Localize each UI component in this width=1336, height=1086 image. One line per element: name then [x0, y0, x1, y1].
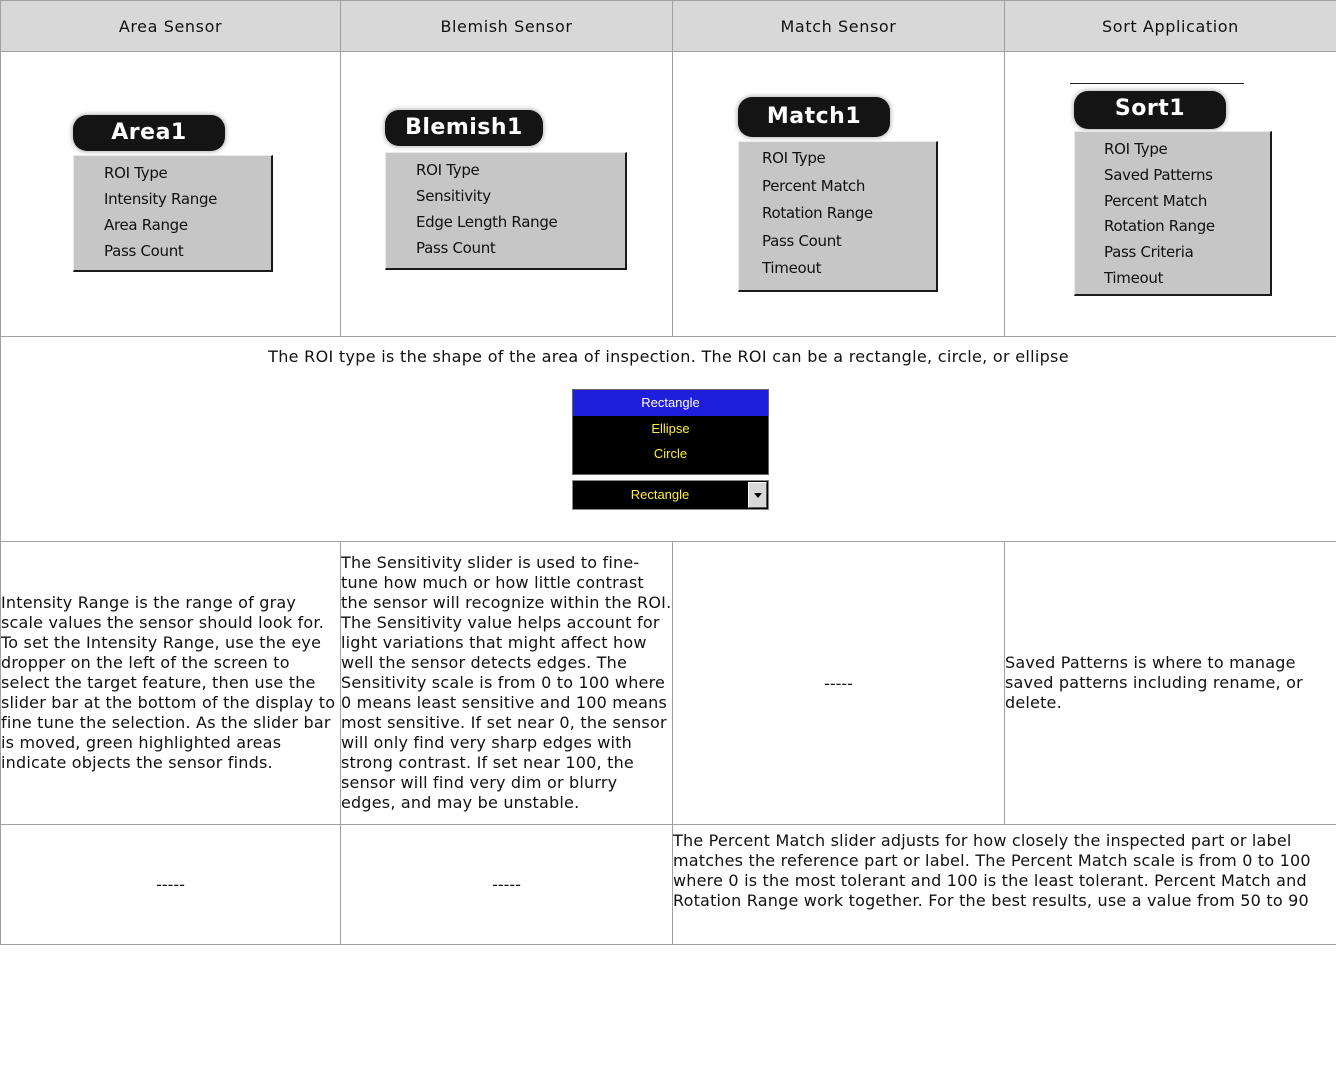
- roi-type-selected-value: Rectangle: [630, 487, 690, 502]
- percent-match-description: The Percent Match slider adjusts for how…: [672, 824, 1336, 945]
- match-menu-panel: ROI Type Percent Match Rotation Range Pa…: [738, 141, 938, 292]
- sort-menu-item[interactable]: Timeout: [1104, 266, 1270, 292]
- header-match-sensor: Match Sensor: [672, 0, 1005, 52]
- intensity-range-description: Intensity Range is the range of gray sca…: [0, 541, 341, 825]
- match-menu-item[interactable]: ROI Type: [762, 145, 936, 173]
- area-menu-item[interactable]: Area Range: [104, 212, 271, 238]
- roi-description: The ROI type is the shape of the area of…: [268, 347, 1069, 366]
- match-menu-item[interactable]: Pass Count: [762, 228, 936, 256]
- roi-option-ellipse[interactable]: Ellipse: [573, 416, 768, 442]
- blemish-menu-item[interactable]: Edge Length Range: [416, 209, 625, 235]
- sort-menu-item[interactable]: ROI Type: [1104, 137, 1270, 163]
- sort-menu-title[interactable]: Sort1: [1074, 91, 1226, 129]
- blemish-menu-item[interactable]: ROI Type: [416, 157, 625, 183]
- row-three: Intensity Range is the range of gray sca…: [0, 541, 1336, 825]
- match-menu-item[interactable]: Percent Match: [762, 173, 936, 201]
- header-row: Area Sensor Blemish Sensor Match Sensor …: [0, 0, 1336, 52]
- area-placeholder: -----: [0, 824, 341, 945]
- roi-type-dropdown-list: Rectangle Ellipse Circle: [572, 389, 769, 475]
- sort-menu-panel: ROI Type Saved Patterns Percent Match Ro…: [1074, 131, 1272, 296]
- sort-menu-item[interactable]: Saved Patterns: [1104, 163, 1270, 189]
- area-menu-item[interactable]: ROI Type: [104, 160, 271, 186]
- match-menu-title[interactable]: Match1: [738, 97, 890, 137]
- blemish-menu-panel: ROI Type Sensitivity Edge Length Range P…: [385, 152, 627, 270]
- roi-option-rectangle[interactable]: Rectangle: [573, 390, 768, 416]
- dropdown-arrow-button[interactable]: [748, 482, 767, 508]
- sort-menu-item[interactable]: Rotation Range: [1104, 214, 1270, 240]
- saved-patterns-description: Saved Patterns is where to manage saved …: [1004, 541, 1336, 825]
- area-menu-title[interactable]: Area1: [73, 115, 225, 151]
- blemish-placeholder: -----: [340, 824, 673, 945]
- area-menu-item[interactable]: Intensity Range: [104, 186, 271, 212]
- header-area-sensor: Area Sensor: [0, 0, 341, 52]
- header-blemish-sensor: Blemish Sensor: [340, 0, 673, 52]
- roi-type-select[interactable]: Rectangle: [572, 480, 769, 510]
- match-menu-item[interactable]: Rotation Range: [762, 200, 936, 228]
- match-menu-item[interactable]: Timeout: [762, 255, 936, 283]
- blemish-menu-title[interactable]: Blemish1: [385, 110, 543, 146]
- sort-menu-item[interactable]: Pass Criteria: [1104, 240, 1270, 266]
- chevron-down-icon: [753, 493, 762, 498]
- header-sort-application: Sort Application: [1004, 0, 1336, 52]
- match-placeholder: -----: [672, 541, 1005, 825]
- roi-option-circle[interactable]: Circle: [573, 441, 768, 467]
- sensitivity-description: The Sensitivity slider is used to fine-t…: [340, 541, 673, 825]
- blemish-menu-item[interactable]: Pass Count: [416, 235, 625, 261]
- sort-menu-item[interactable]: Percent Match: [1104, 189, 1270, 215]
- row-four: ----- ----- The Percent Match slider adj…: [0, 824, 1336, 945]
- area-menu-item[interactable]: Pass Count: [104, 238, 271, 264]
- sort-menu-top-rule: [1070, 83, 1244, 84]
- blemish-menu-item[interactable]: Sensitivity: [416, 183, 625, 209]
- area-menu-panel: ROI Type Intensity Range Area Range Pass…: [73, 155, 273, 272]
